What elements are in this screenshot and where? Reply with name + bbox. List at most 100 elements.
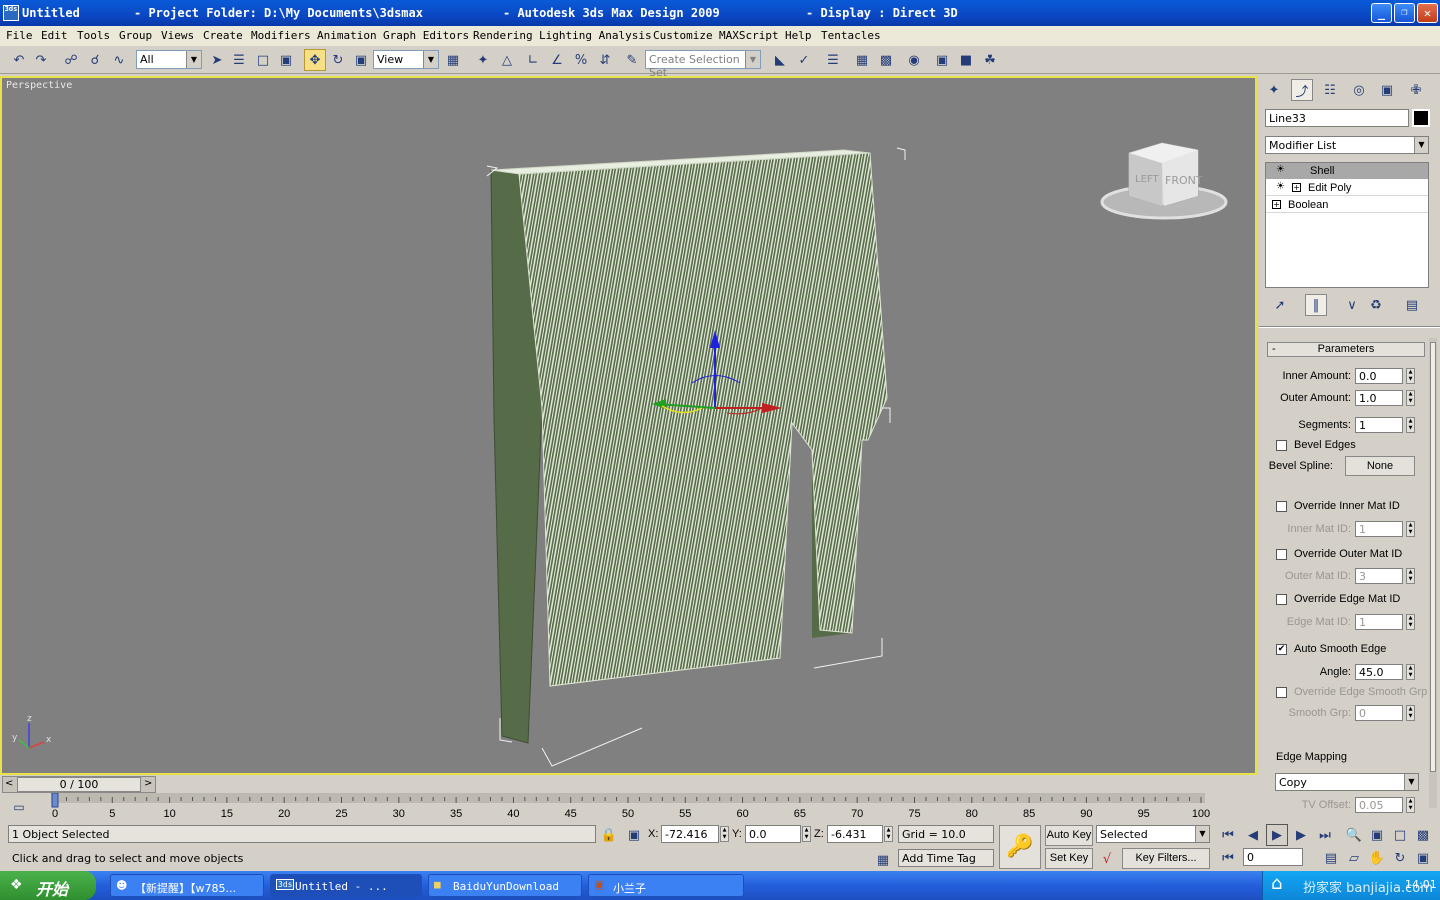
rendered-frame-icon[interactable]: ■	[955, 49, 977, 71]
material-editor-icon[interactable]: ◉	[903, 49, 925, 71]
render-teapot-icon[interactable]: ☘	[979, 49, 1001, 71]
x-coord-input[interactable]: -72.416	[661, 825, 719, 843]
set-key-button[interactable]: Set Key	[1045, 848, 1093, 869]
segments-spinner[interactable]: ▲ ▼	[1406, 417, 1415, 433]
tv-offset-spinner[interactable]: ▲ ▼	[1406, 797, 1415, 813]
edge-mapping-dropdown[interactable]: Copy ▼	[1275, 773, 1419, 791]
motion-tab-icon[interactable]: ◎	[1348, 79, 1370, 101]
make-unique-icon[interactable]: ∨	[1341, 294, 1363, 316]
select-scale-icon[interactable]: ▣	[350, 49, 372, 71]
modify-tab-icon[interactable]: ⤴	[1291, 79, 1313, 101]
remove-modifier-icon[interactable]: ♻	[1365, 294, 1387, 316]
stack-item-boolean[interactable]: + Boolean	[1266, 197, 1428, 213]
stack-item-edit-poly[interactable]: ☀ + Edit Poly	[1266, 180, 1428, 196]
expand-icon[interactable]: +	[1272, 200, 1281, 209]
select-object-icon[interactable]: ➤	[206, 49, 228, 71]
inner-amount-spinner[interactable]: ▲ ▼	[1406, 368, 1415, 384]
play-icon[interactable]: ▶	[1266, 824, 1288, 846]
percent-snap-icon[interactable]: %	[570, 49, 592, 71]
outer-mat-id-spinner[interactable]: ▲ ▼	[1406, 568, 1415, 584]
goto-end-icon[interactable]: ⏭	[1314, 824, 1336, 846]
taskbar-item-folder[interactable]: ■ BaiduYunDownload	[428, 874, 582, 897]
start-button[interactable]: ❖ 开始	[0, 871, 96, 900]
outer-mat-id-input[interactable]: 3	[1355, 568, 1403, 584]
parameters-rollout-header[interactable]: - Parameters	[1267, 342, 1425, 357]
mirror-icon[interactable]: ◣	[769, 49, 791, 71]
zoom-extents-icon[interactable]: □	[1389, 824, 1411, 846]
time-slider-next-icon[interactable]: >	[144, 778, 152, 789]
override-edge-checkbox[interactable]	[1276, 594, 1287, 605]
pan-icon[interactable]: ✋	[1366, 847, 1388, 869]
time-slider[interactable]: < 0 / 100 >	[2, 776, 156, 793]
override-inner-checkbox[interactable]	[1276, 501, 1287, 512]
redo-icon[interactable]: ↷	[30, 49, 52, 71]
time-config-icon[interactable]: ▤	[1320, 847, 1342, 869]
override-outer-checkbox[interactable]	[1276, 549, 1287, 560]
menu-tools[interactable]: Tools	[77, 29, 110, 42]
menu-rendering[interactable]: Rendering	[473, 29, 533, 42]
edit-named-sets-icon[interactable]: ✎	[621, 49, 643, 71]
prev-frame-icon[interactable]: ◀	[1242, 824, 1264, 846]
time-tag-icon[interactable]: ▦	[872, 849, 894, 871]
z-coord-spinner[interactable]: ▲ ▼	[884, 826, 893, 842]
next-frame-icon[interactable]: ▶	[1290, 824, 1312, 846]
window-crossing-icon[interactable]: ▣	[275, 49, 297, 71]
track-bar[interactable]: 0 5 10 15 20 25 30 35 40 45 50 55 60 65 70 75 80 85 90 95 10…	[0, 793, 1257, 823]
keyboard-shortcut-icon[interactable]: △	[496, 49, 518, 71]
lightbulb-icon[interactable]: ☀	[1276, 164, 1285, 175]
render-setup-icon[interactable]: ▣	[931, 49, 953, 71]
field-of-view-icon[interactable]: ▱	[1343, 847, 1365, 869]
expand-icon[interactable]: +	[1292, 183, 1301, 192]
key-tangent-icon[interactable]: √	[1096, 848, 1118, 870]
current-frame-marker[interactable]	[51, 793, 59, 808]
create-tab-icon[interactable]: ✦	[1263, 79, 1285, 101]
y-coord-spinner[interactable]: ▲ ▼	[802, 826, 811, 842]
zoom-icon[interactable]: 🔍	[1343, 824, 1365, 846]
undo-icon[interactable]: ↶	[8, 49, 30, 71]
inner-mat-id-input[interactable]: 1	[1355, 521, 1403, 537]
edge-mat-id-input[interactable]: 1	[1355, 614, 1403, 630]
menu-group[interactable]: Group	[119, 29, 152, 42]
absolute-mode-icon[interactable]: ▣	[623, 824, 645, 846]
angle-snap-icon[interactable]: ∠	[546, 49, 568, 71]
z-coord-input[interactable]: -6.431	[827, 825, 883, 843]
snap-icon[interactable]: ∟	[522, 49, 544, 71]
bevel-spline-button[interactable]: None	[1345, 456, 1415, 476]
lock-selection-icon[interactable]: 🔒	[598, 824, 620, 846]
key-filters-button[interactable]: Key Filters...	[1122, 848, 1210, 869]
schematic-view-icon[interactable]: ▩	[875, 49, 897, 71]
zoom-all-icon[interactable]: ▣	[1366, 824, 1388, 846]
segments-input[interactable]: 1	[1355, 417, 1403, 433]
angle-input[interactable]: 45.0	[1355, 664, 1403, 680]
x-coord-spinner[interactable]: ▲ ▼	[720, 826, 729, 842]
key-icon[interactable]: 🔑	[999, 825, 1041, 869]
inner-mat-id-spinner[interactable]: ▲ ▼	[1406, 521, 1415, 537]
display-tab-icon[interactable]: ▣	[1376, 79, 1398, 101]
menu-views[interactable]: Views	[161, 29, 194, 42]
outer-amount-spinner[interactable]: ▲ ▼	[1406, 390, 1415, 406]
pivot-center-icon[interactable]: ▦	[442, 49, 464, 71]
menu-edit[interactable]: Edit	[41, 29, 68, 42]
ref-coord-dropdown[interactable]: View ▼	[373, 50, 439, 69]
menu-graph-editors[interactable]: Graph Editors	[383, 29, 469, 42]
key-mode-toggle-icon[interactable]: ⏮	[1217, 847, 1239, 869]
show-end-result-icon[interactable]: ‖	[1305, 294, 1327, 316]
bind-space-warp-icon[interactable]: ∿	[108, 49, 130, 71]
curve-editor-icon[interactable]: ▦	[851, 49, 873, 71]
wall-object[interactable]	[490, 149, 888, 744]
select-rotate-icon[interactable]: ↻	[327, 49, 349, 71]
menu-lighting-analysis[interactable]: Lighting Analysis	[539, 29, 652, 42]
taskbar-item-image[interactable]: ▣ 小兰子	[588, 874, 744, 897]
align-icon[interactable]: ✓	[793, 49, 815, 71]
pin-stack-icon[interactable]: ➚	[1269, 294, 1291, 316]
utilities-tab-icon[interactable]: ✙	[1405, 79, 1427, 101]
y-coord-input[interactable]: 0.0	[745, 825, 801, 843]
orbit-icon[interactable]: ↻	[1389, 847, 1411, 869]
selection-filter-dropdown[interactable]: All ▼	[136, 50, 202, 69]
menu-customize[interactable]: Customize	[653, 29, 713, 42]
stack-item-shell[interactable]: ☀ Shell	[1266, 163, 1428, 179]
taskbar-item-qq[interactable]: ☻ 【新提醒】【w785...	[110, 874, 264, 897]
select-link-icon[interactable]: ☍	[60, 49, 82, 71]
zoom-extents-all-icon[interactable]: ▩	[1412, 824, 1434, 846]
bevel-edges-checkbox[interactable]	[1276, 440, 1287, 451]
